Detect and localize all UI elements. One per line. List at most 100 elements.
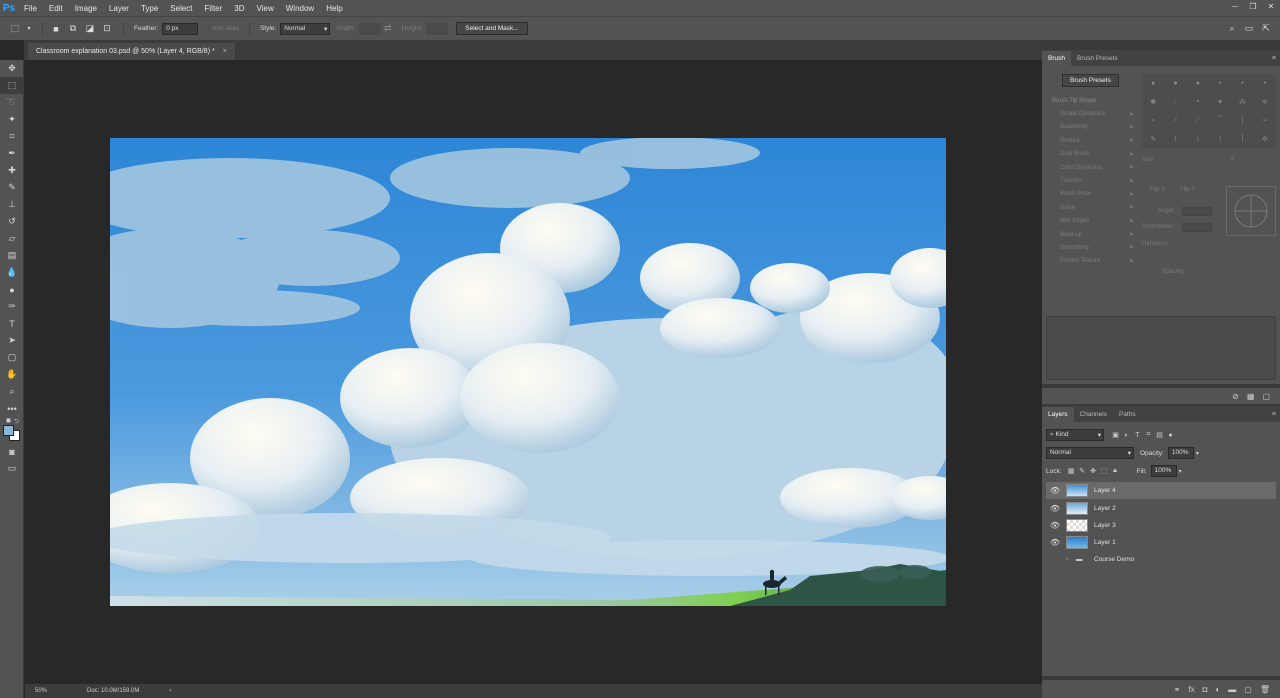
toggle-live-tip-icon[interactable]: ⊘ <box>1232 392 1239 401</box>
lock-position-icon[interactable]: ✥ <box>1088 466 1099 477</box>
reset-size-icon[interactable]: ↺ <box>1230 155 1235 162</box>
list-item[interactable]: Build-up 🔒︎ <box>1046 228 1133 241</box>
type-tool-icon[interactable]: T <box>0 315 24 332</box>
brush-tip-icon[interactable]: ✎ <box>1142 130 1164 149</box>
height-input[interactable] <box>426 22 449 35</box>
brush-tip-icon[interactable]: • <box>1231 74 1253 93</box>
rectangular-marquee-tool-icon[interactable]: ⬚ <box>0 77 24 94</box>
layer-group-row[interactable]: › ▬ Course Demo <box>1046 551 1276 568</box>
hand-tool-icon[interactable]: ✋ <box>0 366 24 383</box>
tab-layers[interactable]: Layers <box>1042 407 1074 422</box>
default-colors-icon[interactable]: ◼ <box>6 417 11 424</box>
width-input[interactable] <box>358 22 381 35</box>
rectangle-tool-icon[interactable]: ▢ <box>0 349 24 366</box>
brush-tip-icon[interactable]: ✲ <box>1254 130 1276 149</box>
lock-icon[interactable]: 🔒︎ <box>1130 124 1133 131</box>
panel-menu-icon[interactable]: ≡ <box>1268 407 1280 422</box>
menu-filter[interactable]: Filter <box>199 4 229 13</box>
style-select[interactable]: Normal ▾ <box>280 22 331 35</box>
swap-dimensions-icon[interactable]: ⇄ <box>381 22 395 36</box>
artwork-canvas[interactable] <box>110 138 946 606</box>
quick-mask-icon[interactable]: ◙ <box>0 443 24 460</box>
zoom-level[interactable]: 50% <box>35 688 75 694</box>
brush-angle-preview[interactable] <box>1226 186 1276 236</box>
menu-layer[interactable]: Layer <box>103 4 135 13</box>
brush-tip-icon[interactable]: ⸾ <box>1231 111 1253 130</box>
brush-tip-icon[interactable]: ≈ <box>1254 111 1276 130</box>
list-item[interactable]: Protect Texture 🔒︎ <box>1046 255 1133 268</box>
tab-paths[interactable]: Paths <box>1113 407 1142 422</box>
brush-tip-icon[interactable]: ⌇ <box>1164 130 1186 149</box>
menu-type[interactable]: Type <box>135 4 164 13</box>
history-brush-tool-icon[interactable]: ↺ <box>0 213 24 230</box>
close-tab-icon[interactable]: × <box>223 48 227 55</box>
list-item[interactable]: Noise 🔒︎ <box>1046 201 1133 214</box>
layer-mask-icon[interactable]: ◘ <box>1203 685 1208 694</box>
healing-brush-tool-icon[interactable]: ✚ <box>0 162 24 179</box>
lock-artboard-icon[interactable]: ⬚ <box>1099 466 1110 477</box>
list-item[interactable]: Texture 🔒︎ <box>1046 134 1133 147</box>
lock-icon[interactable]: 🔒︎ <box>1130 258 1133 265</box>
brush-tip-icon[interactable]: ⁘ <box>1164 93 1186 112</box>
lock-icon[interactable]: 🔒︎ <box>1130 218 1133 225</box>
menu-help[interactable]: Help <box>320 4 348 13</box>
brush-tip-icon[interactable]: ≀ <box>1187 130 1209 149</box>
opacity-input[interactable]: 100% <box>1167 447 1194 459</box>
brush-tip-icon[interactable]: • <box>1209 74 1231 93</box>
blur-tool-icon[interactable]: 💧 <box>0 264 24 281</box>
layer-row[interactable]: 👁︎ Layer 2 <box>1046 500 1276 517</box>
lock-icon[interactable]: 🔒︎ <box>1130 204 1133 211</box>
lasso-tool-icon[interactable]: ➰ <box>0 94 24 111</box>
brush-tip-icon[interactable]: ⁕ <box>1209 93 1231 112</box>
shape-filter-icon[interactable]: ⌗ <box>1143 430 1154 441</box>
list-item[interactable]: Wet Edges 🔒︎ <box>1046 215 1133 228</box>
filter-kind-select[interactable]: ⌕ Kind ▾ <box>1046 429 1104 441</box>
zoom-tool-icon[interactable]: ⌕ <box>0 383 24 400</box>
restore-icon[interactable]: ❐ <box>1244 0 1262 12</box>
adjustment-layer-icon[interactable]: ◐ <box>1215 685 1220 694</box>
menu-3d[interactable]: 3D <box>228 4 250 13</box>
menu-select[interactable]: Select <box>164 4 198 13</box>
move-tool-icon[interactable]: ✥ <box>0 60 24 77</box>
panel-menu-icon[interactable]: ≡ <box>1268 51 1280 66</box>
eraser-tool-icon[interactable]: ▱ <box>0 230 24 247</box>
brush-tip-icon[interactable]: ⸽ <box>1231 130 1253 149</box>
list-item[interactable]: Color Dynamics 🔒︎ <box>1046 161 1133 174</box>
flip-y-checkbox[interactable]: Flip Y <box>1180 187 1195 193</box>
lock-icon[interactable]: 🔒︎ <box>1130 111 1133 118</box>
swap-colors-icon[interactable]: ⮌ <box>14 417 19 427</box>
roundness-input[interactable] <box>1182 223 1212 232</box>
magic-wand-tool-icon[interactable]: ✦ <box>0 111 24 128</box>
clone-stamp-tool-icon[interactable]: ⊥ <box>0 196 24 213</box>
adjustment-filter-icon[interactable]: ◐ <box>1121 430 1132 441</box>
brush-tip-icon[interactable]: ⁄ <box>1164 111 1186 130</box>
angle-input[interactable] <box>1182 207 1212 216</box>
list-item[interactable]: Brush Pose 🔒︎ <box>1046 188 1133 201</box>
list-item[interactable]: Scattering 🔒︎ <box>1046 121 1133 134</box>
lock-icon[interactable]: 🔒︎ <box>1130 178 1133 185</box>
brush-tip-icon[interactable]: ⸗ <box>1142 111 1164 130</box>
blend-mode-select[interactable]: Normal ▾ <box>1046 447 1134 459</box>
menu-file[interactable]: File <box>18 4 43 13</box>
lock-icon[interactable]: 🔒︎ <box>1130 231 1133 238</box>
chevron-right-icon[interactable]: › <box>1066 556 1076 563</box>
canvas-area[interactable] <box>25 60 1029 684</box>
tab-brush-presets[interactable]: Brush Presets <box>1071 51 1124 66</box>
brush-tip-icon[interactable]: ▪ <box>1187 93 1209 112</box>
layer-row[interactable]: 👁︎ Layer 3 <box>1046 517 1276 534</box>
pixel-filter-icon[interactable]: ▣ <box>1110 430 1121 441</box>
layer-row[interactable]: 👁︎ Layer 4 <box>1046 482 1276 499</box>
path-selection-tool-icon[interactable]: ➤ <box>0 332 24 349</box>
brush-tip-icon[interactable]: ⌇ <box>1209 130 1231 149</box>
status-menu-arrow[interactable]: › <box>169 688 171 694</box>
search-icon[interactable]: ⌕ <box>1225 22 1239 36</box>
list-item[interactable]: Brush Tip Shape <box>1046 94 1133 107</box>
chevron-down-icon[interactable]: ▾ <box>1196 450 1199 457</box>
lock-icon[interactable]: 🔒︎ <box>1130 244 1133 251</box>
chevron-down-icon[interactable]: ▾ <box>1179 468 1182 475</box>
brush-tip-icon[interactable]: • <box>1254 74 1276 93</box>
brush-tip-icon[interactable]: ⁄ <box>1187 111 1209 130</box>
gradient-tool-icon[interactable]: ▤ <box>0 247 24 264</box>
brush-tip-icon[interactable]: ● <box>1142 74 1164 93</box>
layer-style-icon[interactable]: fx <box>1188 685 1194 694</box>
